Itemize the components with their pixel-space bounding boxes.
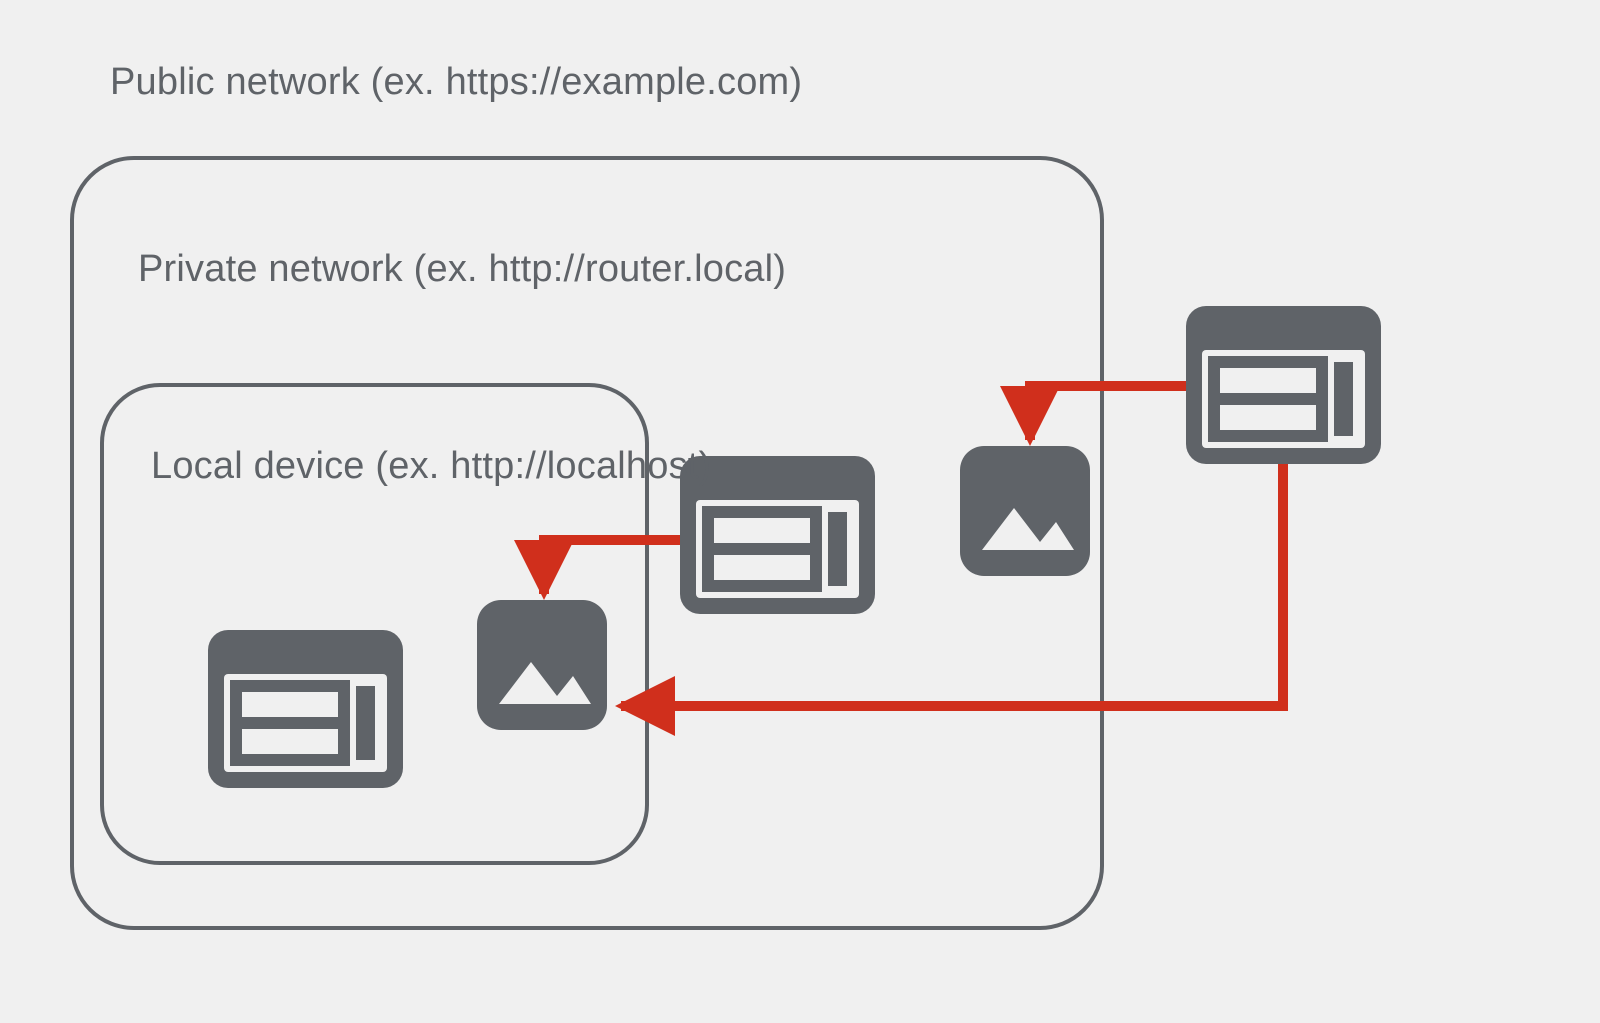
local-device-label: Local device (ex. http://localhost)	[151, 445, 711, 488]
image-icon-local	[477, 600, 607, 730]
public-network-label: Public network (ex. https://example.com)	[110, 61, 802, 104]
diagram-svg	[0, 0, 1600, 1023]
diagram-stage: Public network (ex. https://example.com)…	[0, 0, 1600, 1023]
browser-icon-local	[208, 630, 403, 788]
image-icon-private	[960, 446, 1090, 576]
private-network-label: Private network (ex. http://router.local…	[138, 248, 786, 291]
arrow-public-to-private-image	[1030, 386, 1186, 440]
arrow-private-to-local-image	[544, 540, 680, 594]
browser-icon-public	[1186, 306, 1381, 464]
